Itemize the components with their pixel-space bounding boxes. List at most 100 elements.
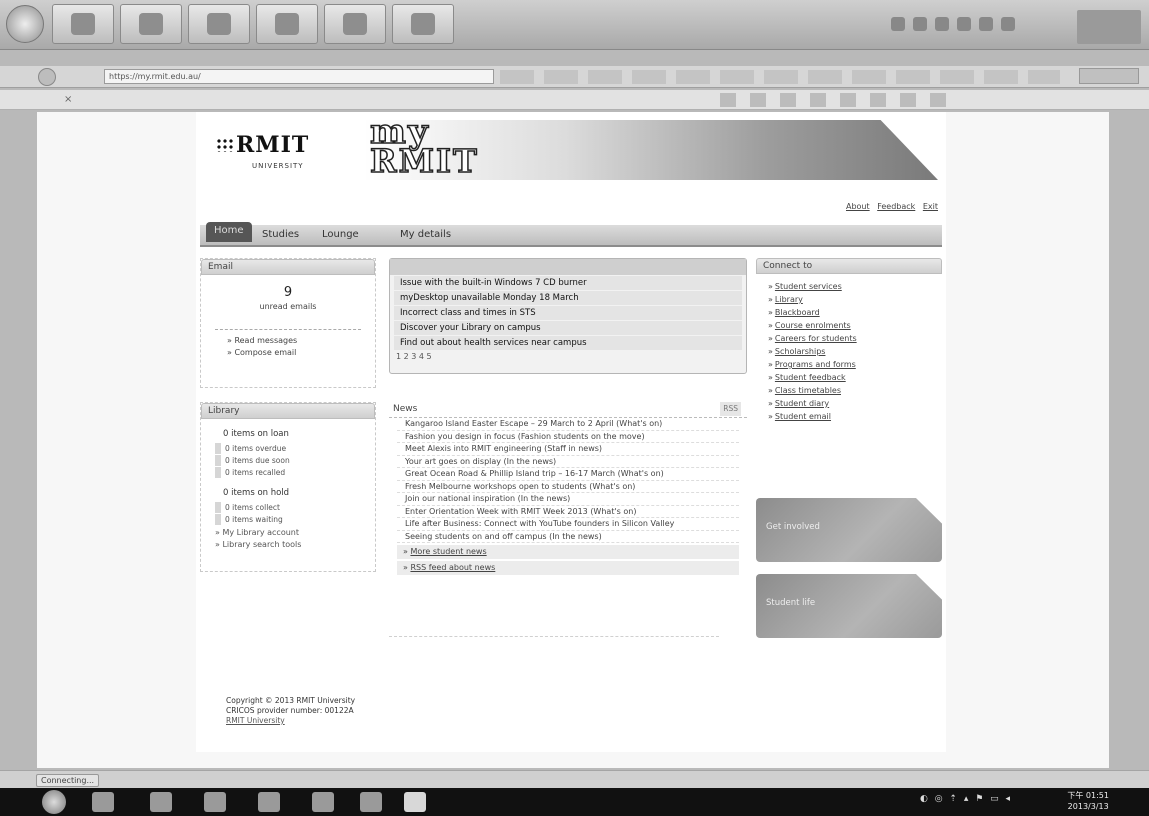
- taskbar-clock[interactable]: 下午 01:51 2013/3/13: [1067, 790, 1109, 812]
- command-bar: ×: [0, 90, 1149, 110]
- start-button-icon[interactable]: [42, 790, 66, 814]
- tab-home[interactable]: Home: [206, 222, 252, 242]
- page-canvas: RMIT UNIVERSITY my RMIT About Feedback E…: [37, 112, 1109, 768]
- feedback-link[interactable]: Feedback: [877, 202, 915, 211]
- news-item[interactable]: Seeing students on and off campus (In th…: [397, 531, 739, 543]
- connect-link[interactable]: Careers for students: [768, 334, 942, 343]
- news-item[interactable]: Your art goes on display (In the news): [397, 456, 739, 468]
- email-title: Email: [201, 259, 375, 275]
- favorites-strip[interactable]: [500, 70, 1060, 84]
- more-news-link[interactable]: » More student news: [397, 545, 739, 559]
- url-input[interactable]: https://my.rmit.edu.au/: [104, 69, 494, 84]
- header-links: About Feedback Exit: [841, 202, 938, 211]
- announcement-row[interactable]: Discover your Library on campus: [394, 321, 742, 335]
- top-taskbar: [0, 0, 1149, 50]
- promo-student-life[interactable]: Student life: [756, 574, 942, 638]
- taskbar-button-window[interactable]: [392, 4, 454, 44]
- connect-link[interactable]: Student diary: [768, 399, 942, 408]
- library-account-link[interactable]: » My Library account: [215, 528, 375, 537]
- promo-title: Student life: [766, 598, 816, 608]
- taskbar-button-media[interactable]: [188, 4, 250, 44]
- about-link[interactable]: About: [846, 202, 870, 211]
- email-sublabel[interactable]: unread emails: [201, 302, 375, 311]
- connect-panel: Connect to Student services Library Blac…: [756, 258, 942, 425]
- library-item[interactable]: 0 items waiting: [215, 514, 361, 525]
- window-controls[interactable]: [1079, 68, 1139, 84]
- news-item[interactable]: Join our national inspiration (In the ne…: [397, 493, 739, 506]
- taskbar-button-paint[interactable]: [256, 4, 318, 44]
- top-clock[interactable]: [1077, 10, 1141, 44]
- connect-link[interactable]: Programs and forms: [768, 360, 942, 369]
- taskbar-media-icon[interactable]: [204, 792, 226, 812]
- library-panel: Library 0 items on loan 0 items overdue …: [200, 402, 376, 572]
- library-item[interactable]: 0 items due soon: [215, 455, 361, 466]
- start-orb-icon[interactable]: [6, 5, 44, 43]
- announcement-row[interactable]: myDesktop unavailable Monday 18 March: [394, 291, 742, 305]
- email-count: 9: [283, 285, 293, 300]
- announcement-row[interactable]: Find out about health services near camp…: [394, 336, 742, 350]
- connect-link[interactable]: Library: [768, 295, 942, 304]
- announcement-row[interactable]: Issue with the built-in Windows 7 CD bur…: [394, 276, 742, 290]
- news-item[interactable]: Enter Orientation Week with RMIT Week 20…: [397, 506, 739, 518]
- taskbar-app-icon[interactable]: [312, 792, 334, 812]
- folder-icon: [139, 13, 163, 35]
- library-search-link[interactable]: » Library search tools: [215, 540, 375, 549]
- connect-link[interactable]: Course enrolments: [768, 321, 942, 330]
- main-menu: Home Studies Lounge My details: [200, 222, 942, 247]
- status-text: Connecting...: [36, 774, 100, 787]
- taskbar-word-icon[interactable]: [404, 792, 426, 812]
- library-item[interactable]: 0 items recalled: [215, 467, 361, 478]
- library-title: Library: [201, 403, 375, 419]
- taskbar-button-explorer[interactable]: [120, 4, 182, 44]
- system-tray-icons[interactable]: ◐ ◎ ⇡ ▴ ⚑ ▭ ◂: [920, 794, 1012, 804]
- connect-link[interactable]: Student email: [768, 412, 942, 421]
- connect-link[interactable]: Blackboard: [768, 308, 942, 317]
- browser-status-bar: Connecting...: [0, 770, 1149, 788]
- news-title: News: [393, 404, 418, 414]
- exit-link[interactable]: Exit: [923, 202, 938, 211]
- library-item[interactable]: 0 items overdue: [215, 443, 361, 454]
- back-icon[interactable]: [38, 68, 56, 86]
- connect-link[interactable]: Scholarships: [768, 347, 942, 356]
- promo-get-involved[interactable]: Get involved: [756, 498, 942, 562]
- connect-link[interactable]: Class timetables: [768, 386, 942, 395]
- email-divider: [215, 323, 361, 330]
- email-panel: Email 9 unread emails » Read messages » …: [200, 258, 376, 388]
- news-item[interactable]: Great Ocean Road & Phillip Island trip –…: [397, 468, 739, 481]
- connect-title: Connect to: [756, 258, 942, 274]
- connect-link[interactable]: Student services: [768, 282, 942, 291]
- news-item[interactable]: Fresh Melbourne workshops open to studen…: [397, 481, 739, 493]
- announcement-row[interactable]: Incorrect class and times in STS: [394, 306, 742, 320]
- paint-icon: [275, 13, 299, 35]
- rmit-logo[interactable]: RMIT UNIVERSITY: [214, 132, 364, 172]
- logo-dots-icon: [216, 138, 234, 152]
- news-item[interactable]: Meet Alexis into RMIT engineering (Staff…: [397, 443, 739, 456]
- footer-link[interactable]: RMIT University: [226, 716, 355, 726]
- taskbar-window-icon[interactable]: [360, 792, 382, 812]
- announcement-pager[interactable]: 1 2 3 4 5: [396, 352, 746, 361]
- taskbar-folder-icon[interactable]: [150, 792, 172, 812]
- news-rss-link[interactable]: RSS: [720, 402, 741, 416]
- compose-email-link[interactable]: » Compose email: [227, 348, 375, 357]
- read-messages-link[interactable]: » Read messages: [227, 336, 375, 345]
- tab-my-details[interactable]: My details: [400, 229, 451, 240]
- myrmit-banner: my RMIT: [364, 120, 938, 180]
- library-item[interactable]: 0 items collect: [215, 502, 361, 513]
- top-system-tray: [891, 10, 1141, 44]
- news-item[interactable]: Kangaroo Island Easter Escape – 29 March…: [397, 418, 739, 431]
- connect-link[interactable]: Student feedback: [768, 373, 942, 382]
- news-item[interactable]: Life after Business: Connect with YouTub…: [397, 518, 739, 531]
- news-panel: News RSS Kangaroo Island Easter Escape –…: [389, 402, 747, 602]
- tab-studies[interactable]: Studies: [262, 229, 299, 240]
- logo-word: RMIT: [236, 132, 310, 158]
- tab-lounge[interactable]: Lounge: [322, 229, 359, 240]
- command-icons[interactable]: [720, 93, 960, 107]
- taskbar-ie-icon[interactable]: [92, 792, 114, 812]
- taskbar-paint-icon[interactable]: [258, 792, 280, 812]
- news-rss-feed-link[interactable]: » RSS feed about news: [397, 561, 739, 575]
- taskbar-button-app[interactable]: [324, 4, 386, 44]
- bottom-taskbar: ◐ ◎ ⇡ ▴ ⚑ ▭ ◂ 下午 01:51 2013/3/13: [0, 788, 1149, 816]
- taskbar-button-ie[interactable]: [52, 4, 114, 44]
- news-item[interactable]: Fashion you design in focus (Fashion stu…: [397, 431, 739, 443]
- close-tab-icon[interactable]: ×: [64, 94, 72, 105]
